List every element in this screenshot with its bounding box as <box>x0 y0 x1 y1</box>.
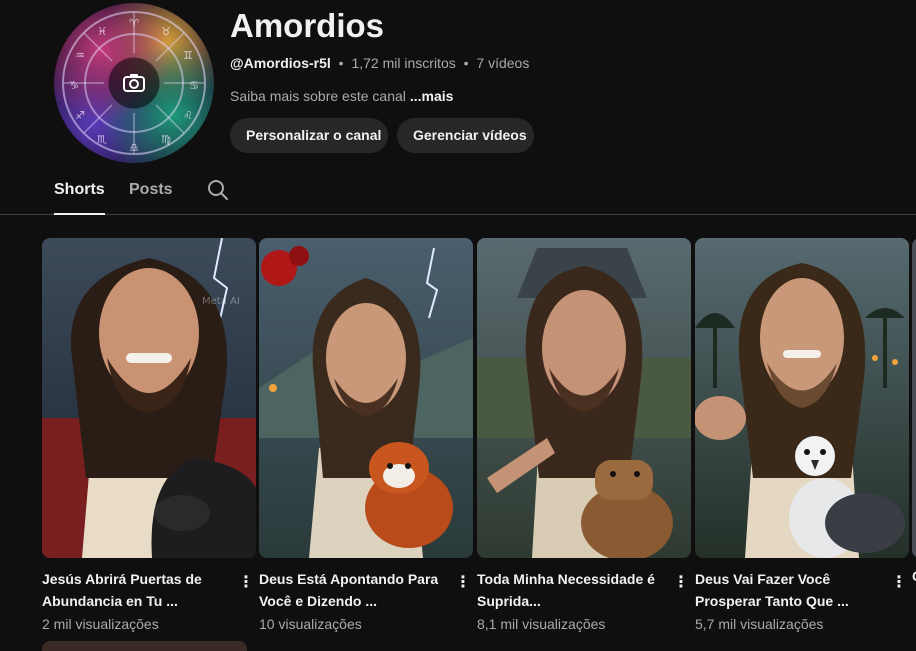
thumbnail-image: Meta AI <box>42 238 256 558</box>
tab-label: Posts <box>129 181 173 198</box>
channel-tabs: Shorts Posts <box>0 166 916 215</box>
meta-separator: • <box>338 55 344 71</box>
short-views: 5,7 mil visualizações <box>695 616 824 632</box>
partial-short-title[interactable]: C <box>912 568 916 584</box>
svg-text:♎: ♎ <box>129 141 139 154</box>
about-text: Saiba mais sobre este canal <box>230 88 406 104</box>
svg-text:♏: ♏ <box>97 133 107 146</box>
more-options-icon[interactable]: ⋮ <box>234 572 258 596</box>
channel-about-link[interactable]: Saiba mais sobre este canal ...mais <box>230 87 453 105</box>
short-views: 2 mil visualizações <box>42 616 159 632</box>
tab-selected-indicator <box>54 213 105 215</box>
search-icon[interactable] <box>206 178 230 202</box>
more-options-icon[interactable]: ⋮ <box>887 572 911 596</box>
customize-channel-button[interactable]: Personalizar o canal <box>230 118 388 153</box>
tab-label: Shorts <box>54 181 105 198</box>
next-row-thumbnail[interactable] <box>42 641 247 651</box>
short-card[interactable]: Meta AI Jesús Abrirá Puertas de Abundanc… <box>42 238 256 632</box>
channel-handle: @Amordios-r5l <box>230 55 331 71</box>
short-title[interactable]: Toda Minha Necessidade é Suprida... <box>477 568 659 612</box>
partial-short-card[interactable] <box>912 238 916 558</box>
short-thumbnail[interactable] <box>477 238 691 558</box>
short-thumbnail[interactable] <box>695 238 909 558</box>
short-thumbnail[interactable] <box>259 238 473 558</box>
svg-text:♉: ♉ <box>161 25 171 38</box>
subscriber-count: 1,72 mil inscritos <box>351 55 456 71</box>
more-options-icon[interactable]: ⋮ <box>451 572 475 596</box>
tab-posts[interactable]: Posts <box>129 166 173 214</box>
svg-text:♌: ♌ <box>183 109 193 122</box>
short-views: 10 visualizações <box>259 616 362 632</box>
manage-videos-button[interactable]: Gerenciar vídeos <box>397 118 534 153</box>
short-card[interactable]: Deus Está Apontando Para Você e Dizendo … <box>259 238 473 632</box>
short-title[interactable]: Deus Vai Fazer Você Prosperar Tanto Que … <box>695 568 877 612</box>
svg-text:♒: ♒ <box>75 49 85 62</box>
short-card[interactable]: Deus Vai Fazer Você Prosperar Tanto Que … <box>695 238 909 632</box>
channel-meta: @Amordios-r5l • 1,72 mil inscritos • 7 v… <box>230 54 529 72</box>
svg-text:♑: ♑ <box>69 79 79 92</box>
svg-text:♈: ♈ <box>129 17 139 30</box>
thumbnail-image <box>695 238 909 558</box>
thumbnail-image <box>259 238 473 558</box>
thumbnail-watermark: Meta AI <box>202 296 240 307</box>
short-title[interactable]: Jesús Abrirá Puertas de Abundancia en Tu… <box>42 568 224 612</box>
svg-text:♓: ♓ <box>97 25 107 38</box>
meta-separator: • <box>463 55 469 71</box>
channel-name: Amordios <box>230 7 385 44</box>
short-thumbnail[interactable]: Meta AI <box>42 238 256 558</box>
thumbnail-image <box>477 238 691 558</box>
tab-shorts[interactable]: Shorts <box>54 166 105 215</box>
svg-text:♐: ♐ <box>75 109 85 122</box>
svg-text:♋: ♋ <box>189 79 199 92</box>
camera-icon[interactable] <box>122 71 146 95</box>
channel-avatar[interactable]: ♈ ♉ ♊ ♋ ♌ ♍ ♎ ♏ ♐ ♑ ♒ ♓ <box>54 3 214 163</box>
short-views: 8,1 mil visualizações <box>477 616 606 632</box>
short-title[interactable]: Deus Está Apontando Para Você e Dizendo … <box>259 568 441 612</box>
video-count: 7 vídeos <box>476 55 530 71</box>
more-options-icon[interactable]: ⋮ <box>669 572 693 596</box>
svg-text:♊: ♊ <box>183 49 193 62</box>
about-more-link[interactable]: ...mais <box>410 88 454 104</box>
short-card[interactable]: Toda Minha Necessidade é Suprida... ⋮ 8,… <box>477 238 691 632</box>
svg-text:♍: ♍ <box>161 133 171 146</box>
